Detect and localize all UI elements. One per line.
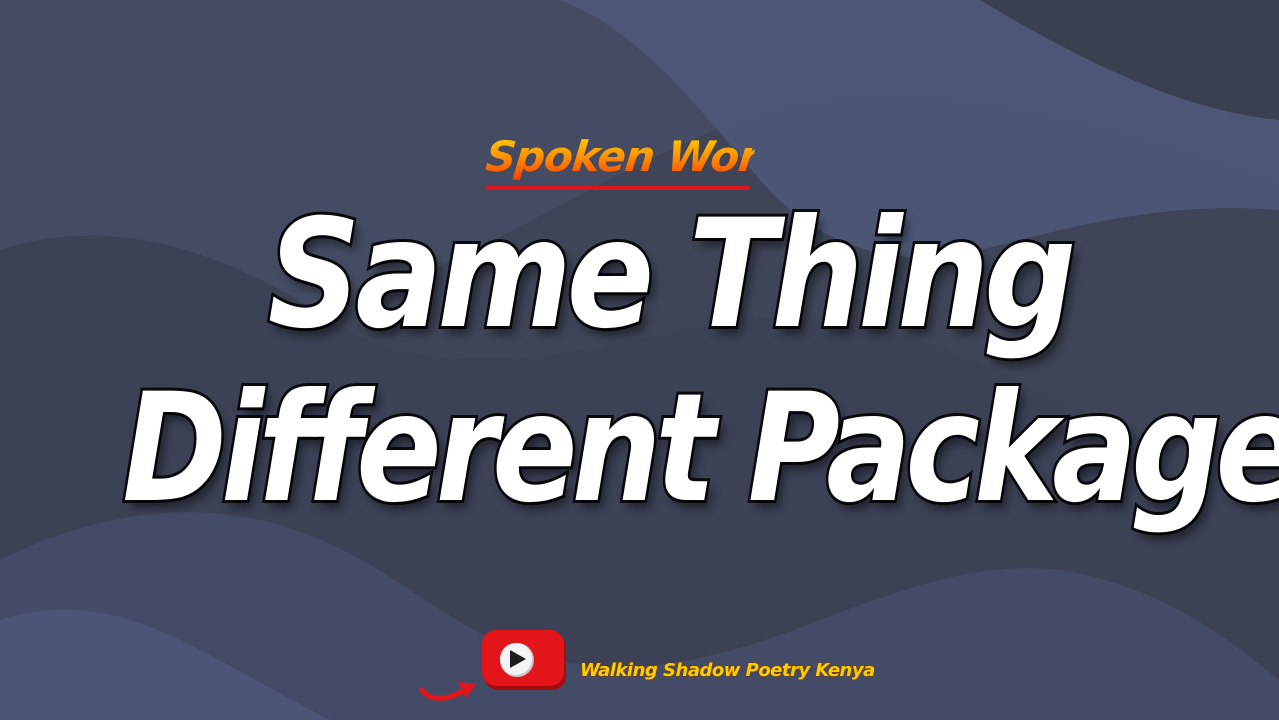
youtube-play-icon[interactable]	[482, 630, 568, 692]
subtitle-spoken-word: Spoken Word	[483, 132, 790, 181]
title-line-2: Different Package	[120, 359, 1279, 539]
title-line-1: Same Thing	[265, 185, 1079, 365]
curved-arrow-icon	[419, 682, 476, 701]
channel-name: Walking Shadow Poetry Kenya	[580, 660, 876, 682]
